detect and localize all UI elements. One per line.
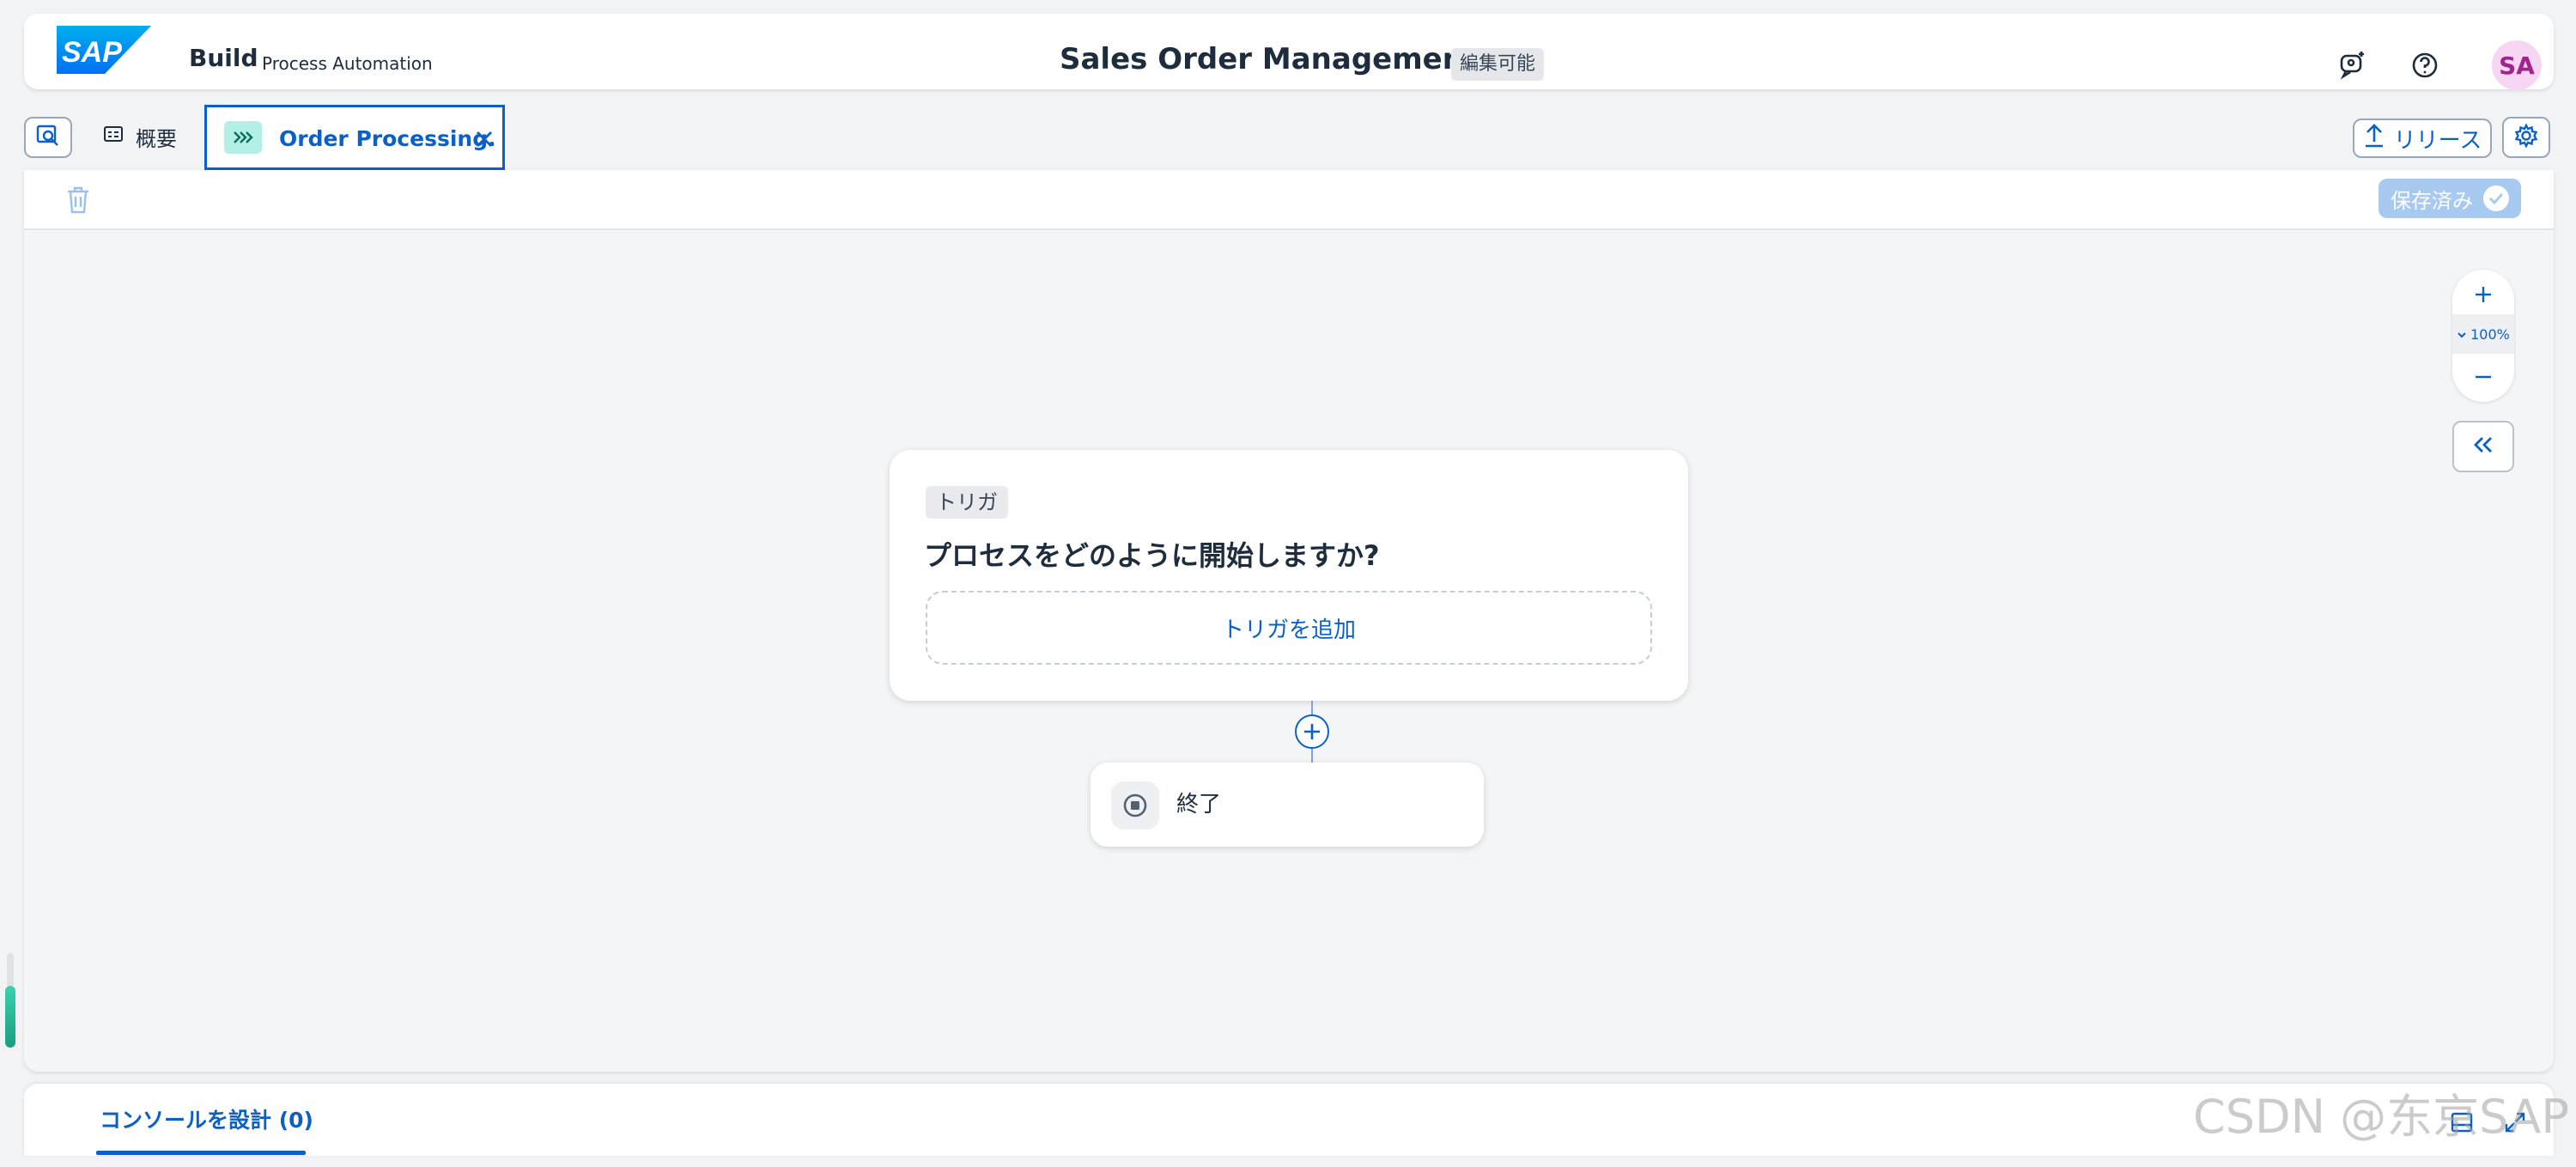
- watermark-text: CSDN @东京SAP: [2193, 1090, 2569, 1144]
- search-canvas-button[interactable]: [24, 117, 72, 158]
- close-icon[interactable]: [471, 126, 497, 152]
- editable-badge: 編集可能: [1451, 48, 1545, 81]
- release-label: リリース: [2393, 127, 2482, 154]
- side-scroll-track: [7, 953, 14, 988]
- product-subtitle: Process Automation: [262, 53, 433, 74]
- collapse-panel-button[interactable]: [2452, 421, 2514, 472]
- search-canvas-icon: [35, 123, 61, 152]
- tab-order-processing[interactable]: Order Processing.: [204, 105, 505, 170]
- double-chevron-left-icon: [2472, 435, 2494, 458]
- user-avatar[interactable]: SA: [2492, 40, 2542, 90]
- chat-bot-icon[interactable]: [2336, 48, 2370, 82]
- release-button[interactable]: リリース: [2353, 119, 2492, 158]
- zoom-control: 100%: [2452, 270, 2514, 402]
- help-icon[interactable]: [2408, 48, 2442, 82]
- saved-status-badge: 保存済み: [2379, 179, 2521, 218]
- console-tab-underline: [96, 1151, 306, 1155]
- tab-overview[interactable]: 概要: [103, 122, 177, 151]
- tab-design-console[interactable]: コンソールを設計 (0): [100, 1108, 313, 1134]
- check-circle-icon: [2483, 185, 2509, 211]
- tab-order-processing-label: Order Processing.: [279, 126, 496, 151]
- zoom-in-icon[interactable]: [2452, 275, 2514, 314]
- page-title: Sales Order Management.: [1060, 42, 1489, 76]
- trigger-question: プロセスをどのように開始しますか?: [924, 539, 1380, 572]
- tab-overview-label: 概要: [136, 126, 177, 151]
- zoom-level-value: 100%: [2470, 325, 2510, 343]
- trigger-card: トリガ プロセスをどのように開始しますか? トリガを追加: [890, 450, 1688, 701]
- trash-icon[interactable]: [65, 185, 96, 216]
- product-name: Build: [189, 44, 258, 72]
- shell-bar: SAP Build Process Automation Sales Order…: [24, 14, 2554, 90]
- end-node-label: 終了: [1176, 792, 1222, 818]
- saved-label: 保存済み: [2391, 188, 2473, 213]
- upload-icon: [2363, 123, 2385, 155]
- design-console: コンソールを設計 (0): [24, 1084, 2554, 1156]
- process-editor-panel: 保存済み 100% トリガ プロセスをどのように開始しますか? トリガを追加 終…: [24, 170, 2554, 1072]
- editor-toolbar: 保存済み: [24, 170, 2554, 230]
- process-chevrons-icon: [224, 121, 262, 154]
- chevron-down-icon: [2457, 326, 2467, 343]
- stop-icon: [1111, 781, 1159, 830]
- settings-icon: [2513, 123, 2539, 152]
- zoom-out-icon[interactable]: [2452, 357, 2514, 397]
- end-node-card[interactable]: 終了: [1091, 763, 1484, 847]
- overview-icon: [103, 125, 124, 149]
- settings-button[interactable]: [2502, 117, 2550, 158]
- zoom-level-dropdown[interactable]: 100%: [2452, 314, 2514, 354]
- trigger-tag: トリガ: [926, 486, 1008, 519]
- add-step-icon[interactable]: [1295, 714, 1329, 749]
- sap-logo[interactable]: SAP: [57, 26, 151, 74]
- svg-text:SAP: SAP: [62, 36, 122, 69]
- side-scroll-indicator[interactable]: [5, 986, 15, 1048]
- add-trigger-button[interactable]: トリガを追加: [926, 591, 1652, 665]
